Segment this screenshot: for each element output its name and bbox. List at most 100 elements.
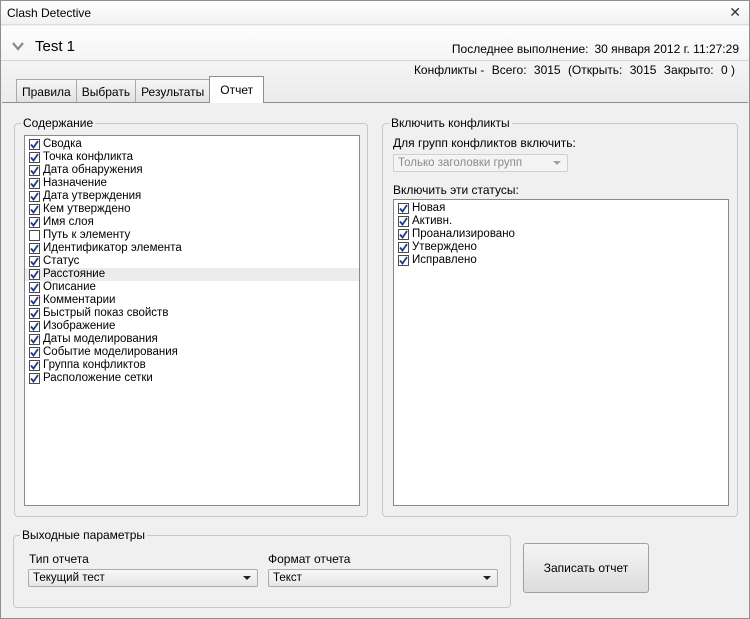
checkbox-checked[interactable] [29, 217, 40, 228]
contents-item[interactable]: Расположение сетки [25, 372, 359, 385]
checkbox-checked[interactable] [29, 165, 40, 176]
status-item-label: Проанализировано [412, 228, 515, 240]
contents-item[interactable]: Дата обнаружения [25, 164, 359, 177]
checkmark-icon [30, 296, 39, 305]
contents-item[interactable]: Расстояние [25, 268, 359, 281]
contents-item-label: Комментарии [43, 294, 116, 306]
contents-item[interactable]: Имя слоя [25, 216, 359, 229]
contents-item[interactable]: Группа конфликтов [25, 359, 359, 372]
contents-item-label: Назначение [43, 177, 107, 189]
report-format-value: Текст [273, 572, 302, 584]
contents-item[interactable]: Описание [25, 281, 359, 294]
report-type-dropdown[interactable]: Текущий тест [28, 569, 258, 587]
total-label: Всего: [491, 63, 527, 77]
contents-item[interactable]: Быстрый показ свойств [25, 307, 359, 320]
test-name: Test 1 [35, 38, 76, 55]
last-run-info: Последнее выполнение: 30 января 2012 г. 1… [452, 42, 739, 56]
status-item[interactable]: Проанализировано [394, 228, 728, 241]
checkbox-checked[interactable] [398, 242, 409, 253]
close-icon[interactable]: ✕ [729, 4, 741, 21]
checkmark-icon [399, 256, 408, 265]
contents-item[interactable]: Путь к элементу [25, 229, 359, 242]
checkbox-checked[interactable] [398, 255, 409, 266]
checkbox-checked[interactable] [29, 282, 40, 293]
chevron-down-icon[interactable] [11, 39, 25, 53]
group-include-dropdown[interactable]: Только заголовки групп [393, 154, 568, 172]
groups-include-label: Для групп конфликтов включить: [393, 136, 576, 150]
tab-rules[interactable]: Правила [16, 79, 77, 103]
contents-item[interactable]: Дата утверждения [25, 190, 359, 203]
checkbox-unchecked[interactable] [29, 230, 40, 241]
checkbox-checked[interactable] [29, 191, 40, 202]
status-item[interactable]: Новая [394, 202, 728, 215]
contents-item[interactable]: Идентификатор элемента [25, 242, 359, 255]
checkbox-checked[interactable] [29, 347, 40, 358]
checkbox-checked[interactable] [398, 203, 409, 214]
window-title: Clash Detective [7, 6, 92, 20]
checkbox-checked[interactable] [398, 216, 409, 227]
contents-item[interactable]: Статус [25, 255, 359, 268]
include-clashes-legend: Включить конфликты [389, 116, 512, 130]
checkbox-checked[interactable] [29, 243, 40, 254]
checkbox-checked[interactable] [29, 256, 40, 267]
contents-item-label: Имя слоя [43, 216, 94, 228]
contents-item-label: Быстрый показ свойств [43, 307, 169, 319]
contents-item[interactable]: Комментарии [25, 294, 359, 307]
checkbox-checked[interactable] [29, 360, 40, 371]
contents-item[interactable]: Изображение [25, 320, 359, 333]
contents-item-label: Дата утверждения [43, 190, 142, 202]
contents-item-label: Точка конфликта [43, 151, 134, 163]
report-type-label: Тип отчета [29, 552, 89, 566]
checkbox-checked[interactable] [29, 334, 40, 345]
checkbox-checked[interactable] [29, 178, 40, 189]
checkmark-icon [30, 205, 39, 214]
checkbox-checked[interactable] [398, 229, 409, 240]
tab-report[interactable]: Отчет [209, 76, 265, 103]
checkmark-icon [30, 322, 39, 331]
contents-item[interactable]: Даты моделирования [25, 333, 359, 346]
contents-list[interactable]: Сводка Точка конфликта Дата обнаружения Наз… [24, 135, 360, 506]
last-run-value: 30 января 2012 г. 11:27:29 [594, 42, 739, 56]
status-item-label: Исправлено [412, 254, 477, 266]
contents-item-label: Группа конфликтов [43, 359, 146, 371]
title-bar: Clash Detective ✕ [1, 1, 749, 25]
statuses-label: Включить эти статусы: [393, 183, 519, 197]
contents-item[interactable]: Точка конфликта [25, 151, 359, 164]
contents-item[interactable]: Кем утверждено [25, 203, 359, 216]
last-run-label: Последнее выполнение: [451, 42, 589, 56]
contents-item[interactable]: Сводка [25, 138, 359, 151]
checkbox-checked[interactable] [29, 373, 40, 384]
status-item[interactable]: Активн. [394, 215, 728, 228]
status-item[interactable]: Утверждено [394, 241, 728, 254]
contents-item[interactable]: Назначение [25, 177, 359, 190]
write-report-button[interactable]: Записать отчет [523, 543, 649, 593]
checkbox-checked[interactable] [29, 321, 40, 332]
checkmark-icon [30, 140, 39, 149]
contents-item-label: Описание [43, 281, 96, 293]
status-item[interactable]: Исправлено [394, 254, 728, 267]
contents-item[interactable]: Событие моделирования [25, 346, 359, 359]
checkbox-checked[interactable] [29, 139, 40, 150]
checkbox-checked[interactable] [29, 295, 40, 306]
statuses-list[interactable]: Новая Активн. Проанализировано Утверждено Ис… [393, 199, 729, 506]
clash-detective-window: Clash Detective ✕ Test 1 Последнее выпол… [0, 0, 750, 619]
checkmark-icon [399, 230, 408, 239]
dropdown-arrow-icon [483, 576, 491, 580]
contents-item-label: Кем утверждено [43, 203, 131, 215]
tab-results[interactable]: Результаты [135, 79, 211, 103]
checkbox-checked[interactable] [29, 152, 40, 163]
checkbox-checked[interactable] [29, 269, 40, 280]
report-format-dropdown[interactable]: Текст [268, 569, 498, 587]
tab-select[interactable]: Выбрать [75, 79, 137, 103]
closed-count: 0 ) [720, 63, 735, 77]
status-item-label: Новая [412, 202, 446, 214]
checkmark-icon [399, 204, 408, 213]
checkbox-checked[interactable] [29, 204, 40, 215]
header-divider [1, 60, 749, 61]
status-item-label: Активн. [412, 215, 453, 227]
counts-label: Конфликты - [413, 63, 485, 77]
checkbox-checked[interactable] [29, 308, 40, 319]
report-tab-panel: Содержание Сводка Точка конфликта Дата обн… [2, 102, 748, 530]
total-count: 3015 [533, 63, 561, 77]
contents-item-label: Статус [43, 255, 80, 267]
